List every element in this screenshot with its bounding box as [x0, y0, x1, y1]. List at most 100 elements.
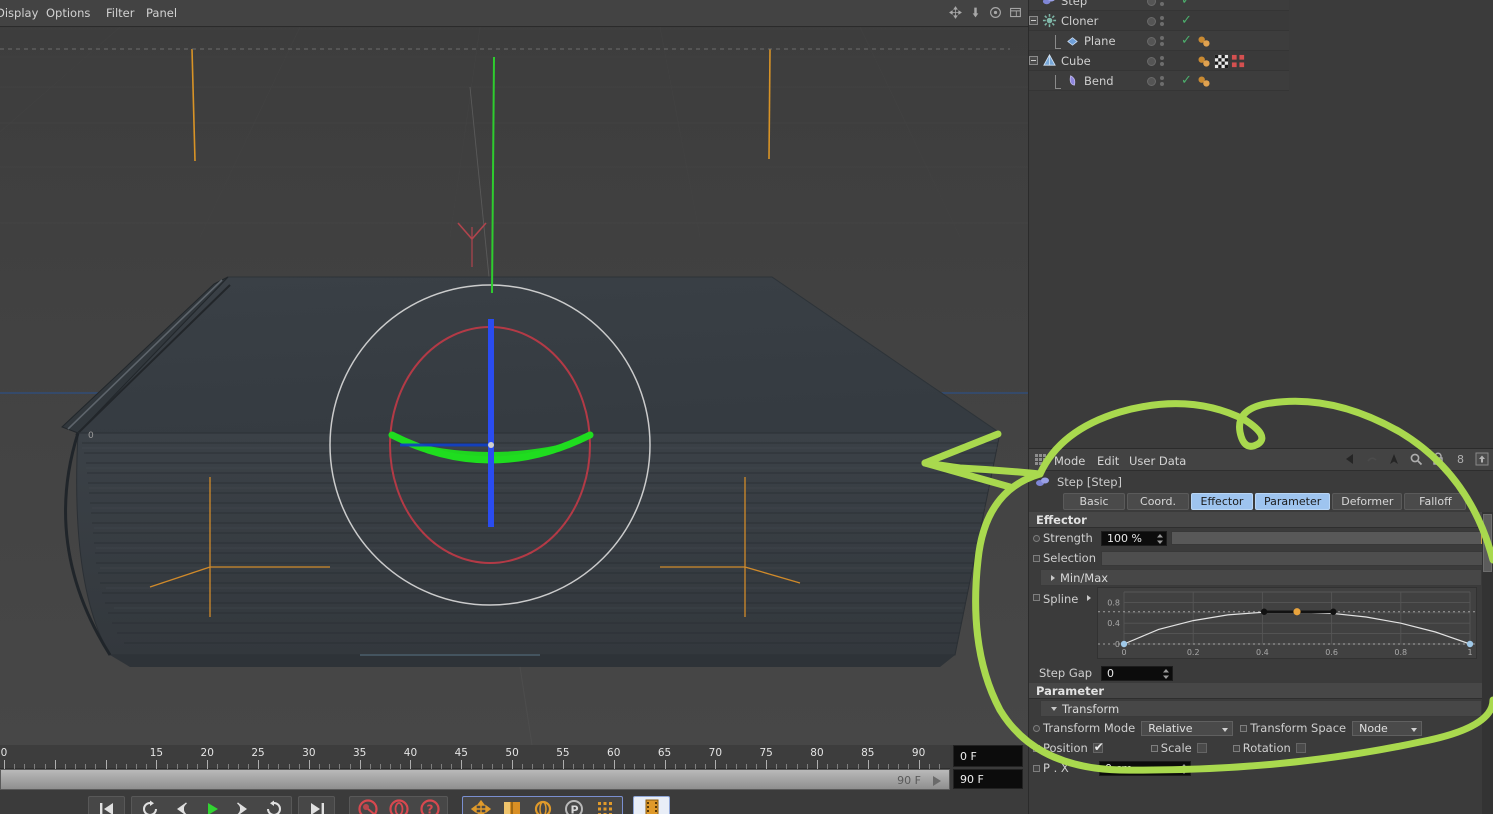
transform-mode-dropdown[interactable]: Relative: [1141, 720, 1234, 736]
render-visibility-dot-b[interactable]: [1160, 22, 1164, 26]
viewport-menu-filter[interactable]: Filter: [106, 6, 134, 20]
editor-visibility-dot[interactable]: [1147, 76, 1156, 86]
editor-visibility-dot[interactable]: [1147, 16, 1156, 26]
timeline-scrubber[interactable]: 90 F: [0, 769, 950, 790]
cursor-icon[interactable]: [1387, 452, 1401, 466]
attr-menu-edit[interactable]: Edit: [1097, 454, 1119, 468]
object-row[interactable]: Bend ✓: [1029, 71, 1289, 91]
target-icon[interactable]: [989, 6, 1002, 19]
timeline-ruler[interactable]: 0 15 20 25 30 35 40 45 50 55 60 65 70 75 80 85 90: [0, 745, 950, 769]
strength-slider[interactable]: [1171, 531, 1485, 545]
tab-effector[interactable]: Effector: [1191, 493, 1253, 510]
px-spinner-icon[interactable]: [1180, 763, 1188, 775]
render-visibility-dot-a[interactable]: [1160, 36, 1164, 40]
spline-tangent-handle[interactable]: [1260, 608, 1268, 615]
move-icon[interactable]: [949, 6, 962, 19]
previous-frame-button[interactable]: [165, 797, 196, 814]
tab-basic[interactable]: Basic: [1063, 493, 1125, 510]
position-anim-box[interactable]: [1033, 744, 1040, 752]
object-row[interactable]: Cube: [1029, 51, 1289, 71]
spline-anim-box[interactable]: [1033, 594, 1040, 601]
attr-menu-user-data[interactable]: User Data: [1129, 454, 1186, 468]
enabled-check-icon[interactable]: ✓: [1181, 0, 1192, 7]
spline-control-point[interactable]: [1466, 640, 1474, 648]
render-visibility-dot-a[interactable]: [1160, 16, 1164, 20]
strength-input[interactable]: 100 %: [1101, 530, 1167, 546]
point-level-animation-button[interactable]: [589, 797, 620, 814]
step-gap-input[interactable]: 0: [1101, 665, 1173, 681]
visibility-dots[interactable]: [1147, 51, 1164, 71]
enabled-check-icon[interactable]: ✓: [1181, 34, 1192, 47]
next-frame-button[interactable]: [227, 797, 258, 814]
enabled-check-icon[interactable]: ✓: [1181, 74, 1192, 87]
play-forward-loop-button[interactable]: [258, 797, 289, 814]
scale-anim-box[interactable]: [1150, 744, 1158, 752]
deformer-tag-icon[interactable]: [1197, 54, 1212, 69]
render-visibility-dot-b[interactable]: [1160, 62, 1164, 66]
editor-visibility-dot[interactable]: [1147, 0, 1156, 6]
object-row[interactable]: Plane ✓: [1029, 31, 1289, 51]
tab-parameter[interactable]: Parameter: [1255, 493, 1331, 510]
current-frame-field[interactable]: 90 F: [953, 769, 1023, 789]
magnifier-icon[interactable]: [1409, 452, 1423, 466]
spline-control-point[interactable]: [1293, 608, 1301, 616]
play-backward-loop-button[interactable]: [134, 797, 165, 814]
transform-mode-anim-dot[interactable]: [1033, 724, 1040, 732]
autokeying-button[interactable]: [383, 797, 414, 814]
transform-group-toggle[interactable]: Transform: [1040, 700, 1482, 717]
position-key-button[interactable]: [465, 797, 496, 814]
viewport-menu-options[interactable]: Options: [46, 6, 90, 20]
rotation-anim-box[interactable]: [1232, 744, 1240, 752]
texture-tag-icon[interactable]: [1214, 54, 1229, 69]
render-visibility-dot-b[interactable]: [1160, 2, 1164, 6]
minmax-group-toggle[interactable]: Min/Max: [1040, 569, 1482, 586]
attr-menu-mode[interactable]: Mode: [1054, 454, 1085, 468]
visibility-dots[interactable]: [1147, 71, 1164, 91]
spline-preset-chevron-icon[interactable]: [1087, 595, 1091, 601]
scale-checkbox[interactable]: [1196, 743, 1207, 753]
render-visibility-dot-a[interactable]: [1160, 76, 1164, 80]
attribute-scrollbar-thumb[interactable]: [1483, 514, 1492, 572]
go-to-end-button[interactable]: [301, 797, 332, 814]
timeline-range-handle[interactable]: [933, 776, 941, 786]
camera-icon[interactable]: [969, 6, 982, 19]
scale-key-button[interactable]: [496, 797, 527, 814]
rotation-key-button[interactable]: [527, 797, 558, 814]
timeline-toggle-button[interactable]: [636, 797, 667, 814]
deformer-tag-icon[interactable]: [1197, 34, 1212, 49]
selection-link-field[interactable]: [1101, 550, 1485, 566]
step-gap-spinner-icon[interactable]: [1162, 668, 1170, 680]
editor-visibility-dot[interactable]: [1147, 36, 1156, 46]
pin-icon[interactable]: [1475, 452, 1489, 466]
back-arrow-icon[interactable]: [1343, 452, 1357, 466]
go-to-start-button[interactable]: [91, 797, 122, 814]
lock-icon[interactable]: [1431, 452, 1445, 466]
panel-grip-icon[interactable]: [1035, 454, 1046, 465]
expander-icon[interactable]: [1029, 16, 1038, 25]
expander-icon[interactable]: [1029, 56, 1038, 65]
rotation-checkbox[interactable]: [1295, 743, 1306, 753]
spline-tangent-handle[interactable]: [1330, 608, 1337, 615]
attribute-scrollbar[interactable]: [1482, 512, 1493, 814]
selection-anim-box[interactable]: [1033, 554, 1040, 562]
visibility-dots[interactable]: [1147, 31, 1164, 51]
mograph-tag-icon[interactable]: [1231, 54, 1246, 69]
viewport-3d-canvas[interactable]: 0: [0, 27, 1028, 745]
parameter-key-button[interactable]: P: [558, 797, 589, 814]
editor-visibility-dot[interactable]: [1147, 56, 1156, 66]
strength-anim-dot[interactable]: [1033, 534, 1040, 542]
visibility-dots[interactable]: [1147, 0, 1164, 11]
forward-arrow-icon[interactable]: [1365, 452, 1379, 466]
spline-curve-graph[interactable]: 0 0.2 0.4 0.6 0.8 1 0 0.4 0.8: [1097, 587, 1477, 659]
keyframe-selection-button[interactable]: ?: [414, 797, 445, 814]
tab-coord[interactable]: Coord.: [1127, 493, 1189, 510]
transform-space-anim-box[interactable]: [1240, 724, 1248, 732]
render-visibility-dot-b[interactable]: [1160, 82, 1164, 86]
play-button[interactable]: [196, 797, 227, 814]
spline-control-point[interactable]: [1120, 640, 1128, 648]
current-frame-field-top[interactable]: 0 F: [953, 745, 1023, 767]
render-visibility-dot-b[interactable]: [1160, 42, 1164, 46]
record-active-objects-button[interactable]: [352, 797, 383, 814]
layout-icon[interactable]: [1009, 6, 1022, 19]
strength-spinner-icon[interactable]: [1156, 533, 1164, 545]
